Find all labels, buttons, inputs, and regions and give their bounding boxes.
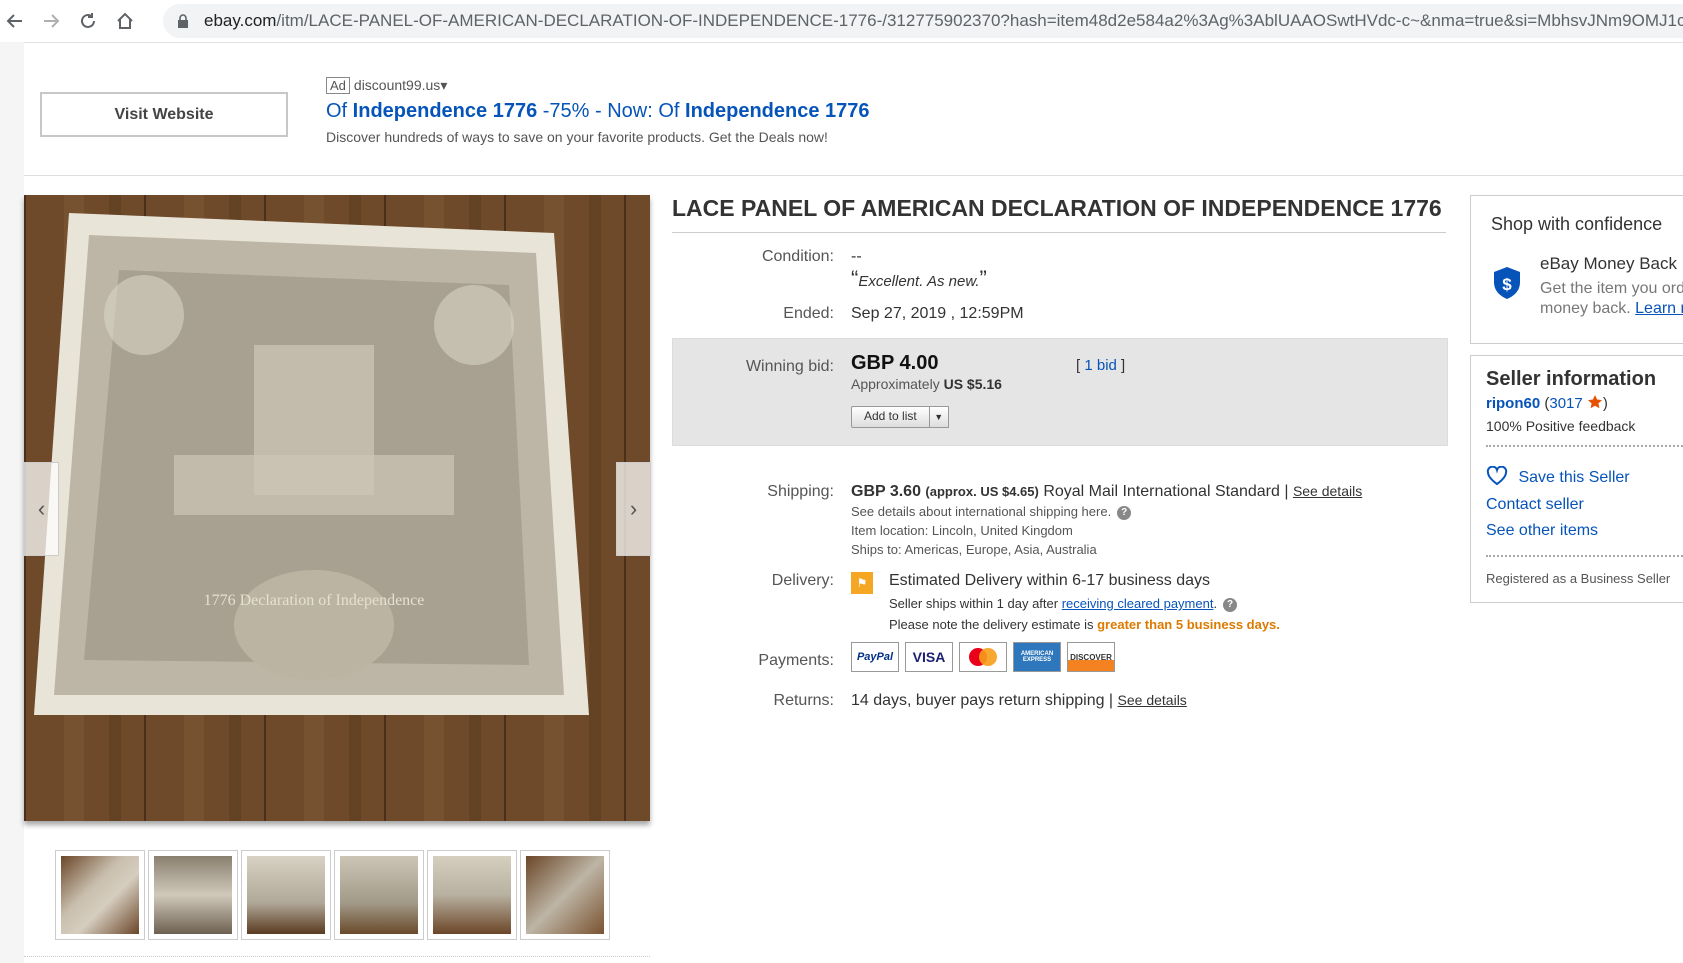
feedback-score-link[interactable]: 3017 — [1549, 395, 1582, 412]
ad-domain[interactable]: discount99.us — [354, 77, 440, 93]
delivery-ships: Seller ships within 1 day after receivin… — [889, 596, 1238, 612]
url-text: ebay.com/itm/LACE-PANEL-OF-AMERICAN-DECL… — [204, 11, 1683, 30]
mastercard-icon — [959, 642, 1007, 672]
panel-title: Shop with confidence — [1491, 214, 1663, 234]
star-icon — [1587, 395, 1602, 409]
chevron-left-icon: ‹ — [37, 496, 46, 521]
ended-value: Sep 27, 2019 , 12:59PM — [851, 305, 1024, 322]
returns-see-details-link[interactable]: See details — [1118, 692, 1187, 708]
paypal-icon: PayPal — [851, 642, 899, 672]
returns-label: Returns: — [773, 692, 834, 709]
learn-more-link[interactable]: Learn r — [1635, 300, 1683, 317]
contact-seller-link[interactable]: Contact seller — [1486, 496, 1584, 514]
address-bar[interactable]: ebay.com/itm/LACE-PANEL-OF-AMERICAN-DECL… — [163, 4, 1683, 38]
condition-label: Condition: — [761, 248, 834, 265]
seller-information-panel: Seller information ripon60 (3017 ) 100% … — [1470, 355, 1683, 603]
chevron-down-icon[interactable]: ▼ — [929, 406, 949, 428]
reload-icon[interactable] — [75, 8, 101, 34]
thumbnail[interactable] — [55, 850, 145, 940]
winning-bid-price: GBP 4.00 — [851, 352, 939, 374]
intl-shipping-note: See details about international shipping… — [851, 504, 1132, 520]
chevron-right-icon: › — [629, 496, 638, 521]
guarantee-text: Get the item you ord — [1540, 280, 1683, 297]
item-title: LACE PANEL OF AMERICAN DECLARATION OF IN… — [672, 195, 1442, 221]
visit-website-button[interactable]: Visit Website — [40, 92, 288, 137]
shield-icon: $ — [1493, 266, 1521, 305]
divider — [1486, 555, 1683, 557]
shipping-info: GBP 3.60 (approx. US $4.65) Royal Mail I… — [851, 483, 1362, 501]
save-seller-link[interactable]: Save this Seller — [1486, 465, 1630, 487]
left-gutter — [0, 42, 24, 963]
thumbnail[interactable] — [148, 850, 238, 940]
heart-icon — [1486, 465, 1508, 486]
shipping-service: Royal Mail International Standard | — [1043, 483, 1293, 500]
approx-price: Approximately US $5.16 — [851, 376, 1002, 392]
next-image-button[interactable]: › — [616, 462, 651, 556]
lace-text: 1776 Declaration of Independence — [204, 592, 425, 609]
see-other-items-link[interactable]: See other items — [1486, 522, 1598, 540]
flag-icon: ⚑ — [851, 572, 873, 594]
ad-title-link[interactable]: Of Independence 1776 -75% - Now: Of Inde… — [326, 100, 870, 123]
seller-name-row: ripon60 (3017 ) — [1486, 395, 1608, 412]
ad-badge: Ad — [326, 77, 350, 94]
shipping-see-details-link[interactable]: See details — [1293, 483, 1362, 499]
add-to-list-label[interactable]: Add to list — [851, 406, 930, 428]
thumbnail-strip — [55, 850, 613, 940]
shipping-approx: (approx. US $4.65) — [925, 484, 1039, 499]
discover-icon: DISCOVER — [1067, 642, 1115, 672]
delivery-estimate: Estimated Delivery within 6-17 business … — [889, 572, 1211, 589]
shipping-label: Shipping: — [767, 483, 834, 500]
main-product-image[interactable]: 1776 Declaration of Independence — [24, 195, 650, 821]
sponsored-ad: Visit Website Ad discount99.us▾ Of Indepe… — [24, 55, 1683, 176]
guarantee-text-2: money back. Learn r — [1540, 300, 1683, 318]
divider — [672, 232, 1446, 233]
ad-source: Ad discount99.us▾ — [326, 77, 447, 94]
delivery-label: Delivery: — [771, 572, 834, 589]
bid-count: [ 1 bid ] — [1076, 357, 1126, 374]
seller-title: Seller information — [1486, 368, 1657, 390]
thumbnail[interactable] — [241, 850, 331, 940]
seller-name-link[interactable]: ripon60 — [1486, 395, 1540, 412]
cleared-payment-link[interactable]: receiving cleared payment — [1062, 596, 1214, 611]
shop-with-confidence-panel: Shop with confidence $ eBay Money Back G… — [1470, 195, 1683, 344]
prev-image-button[interactable]: ‹ — [24, 462, 59, 556]
divider — [1486, 445, 1683, 447]
bid-box — [672, 338, 1448, 446]
home-icon[interactable] — [112, 8, 138, 34]
positive-feedback: 100% Positive feedback — [1486, 418, 1636, 434]
bid-count-link[interactable]: 1 bid — [1084, 357, 1117, 374]
condition-quote: “Excellent. As new.” — [851, 266, 987, 291]
visa-icon: VISA — [905, 642, 953, 672]
lock-icon — [177, 14, 189, 33]
ended-label: Ended: — [783, 305, 834, 322]
amex-icon: AMERICAN EXPRESS — [1013, 642, 1061, 672]
thumbnail[interactable] — [520, 850, 610, 940]
thumbnail[interactable] — [334, 850, 424, 940]
item-location: Item location: Lincoln, United Kingdom — [851, 523, 1073, 538]
returns-value: 14 days, buyer pays return shipping | Se… — [851, 692, 1187, 709]
winning-bid-label: Winning bid: — [745, 358, 834, 375]
registered-business: Registered as a Business Seller — [1486, 571, 1671, 586]
guarantee-title: eBay Money Back — [1540, 254, 1678, 273]
chevron-down-icon[interactable]: ▾ — [440, 77, 447, 93]
thumbnail[interactable] — [427, 850, 517, 940]
browser-toolbar: ebay.com/itm/LACE-PANEL-OF-AMERICAN-DECL… — [0, 0, 1683, 43]
payments-label: Payments: — [758, 652, 834, 669]
forward-arrow-icon[interactable] — [38, 8, 64, 34]
svg-text:$: $ — [1502, 275, 1512, 294]
condition-value: -- — [851, 248, 862, 265]
delivery-note: Please note the delivery estimate is gre… — [889, 617, 1280, 632]
help-icon[interactable]: ? — [1223, 597, 1238, 612]
ad-description: Discover hundreds of ways to save on you… — [326, 129, 828, 145]
add-to-list-button[interactable]: Add to list ▼ — [851, 406, 949, 428]
ships-to: Ships to: Americas, Europe, Asia, Austra… — [851, 542, 1097, 557]
payment-methods: PayPal VISA AMERICAN EXPRESS DISCOVER — [851, 642, 1121, 672]
shipping-price: GBP 3.60 — [851, 483, 921, 500]
back-arrow-icon[interactable] — [2, 8, 28, 34]
help-icon[interactable]: ? — [1117, 505, 1132, 520]
divider — [24, 956, 650, 957]
